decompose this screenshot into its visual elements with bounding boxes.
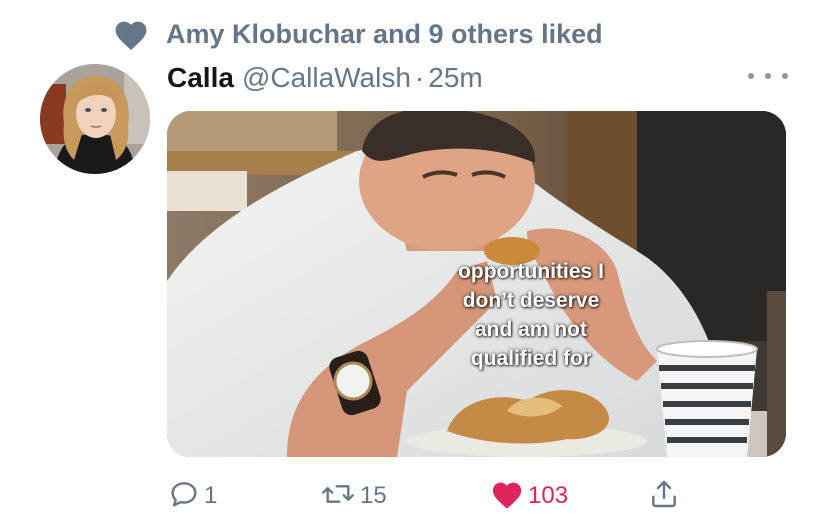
tweet-header: Calla @CallaWalsh · 25m	[167, 58, 483, 98]
tweet-actions: 1 15 103	[168, 476, 688, 516]
reply-count: 1	[204, 482, 218, 509]
user-handle[interactable]: @CallaWalsh	[242, 62, 411, 94]
retweet-button[interactable]: 15	[320, 476, 387, 516]
share-icon	[648, 478, 680, 515]
header-separator: ·	[414, 62, 425, 93]
like-button[interactable]: 103	[490, 476, 568, 516]
social-context[interactable]: Amy Klobuchar and 9 others liked	[112, 14, 603, 54]
retweet-icon	[320, 478, 356, 515]
tweet-timestamp[interactable]: 25m	[428, 62, 482, 94]
like-count: 103	[528, 482, 569, 509]
retweet-count: 15	[360, 482, 387, 509]
tweet-media-image[interactable]: opportunities I don’t deserve and am not…	[167, 111, 786, 457]
share-button[interactable]	[648, 476, 680, 516]
display-name[interactable]: Calla	[167, 62, 234, 94]
avatar[interactable]	[40, 64, 150, 174]
reply-button[interactable]: 1	[168, 476, 217, 516]
heart-icon	[112, 17, 150, 51]
meme-caption: opportunities I don’t deserve and am not…	[458, 260, 604, 370]
reply-icon	[168, 478, 200, 515]
heart-filled-icon	[490, 478, 524, 515]
more-horizontal-icon[interactable]	[748, 64, 788, 88]
social-context-text: Amy Klobuchar and 9 others liked	[166, 18, 603, 49]
